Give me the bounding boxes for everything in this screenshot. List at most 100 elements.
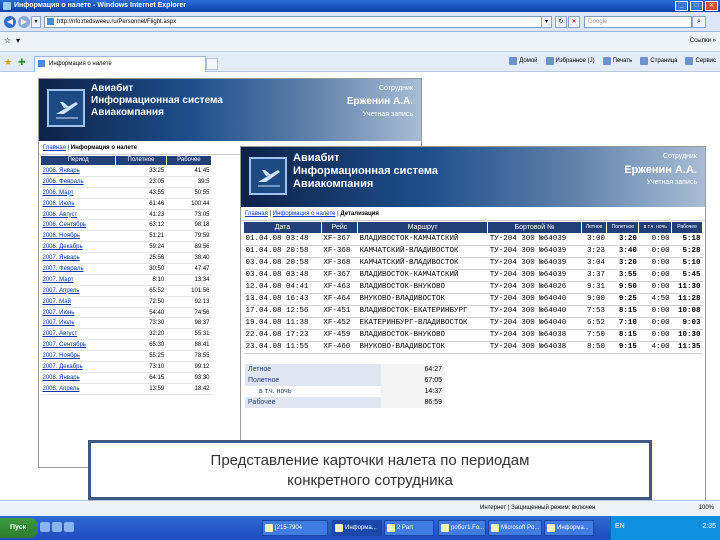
aircraft-cell: ТУ-204 300 №64039 xyxy=(487,233,582,246)
quick-launch-icon[interactable] xyxy=(52,522,62,532)
page-content: Авиабит Информационная система Авиакомпа… xyxy=(0,72,720,516)
language-indicator[interactable]: EN xyxy=(615,523,625,530)
print-command-label: Печать xyxy=(612,58,633,64)
period-link[interactable]: 2006. Ноябрь xyxy=(40,230,116,243)
forward-icon[interactable]: ▶ xyxy=(18,16,30,28)
block-time-cell: 3:37 xyxy=(581,269,607,282)
date-cell: 12.04.08 04:41 xyxy=(243,281,322,294)
night-time-cell: 0:00 xyxy=(638,233,672,246)
period-link[interactable]: 2006. Март xyxy=(40,187,116,199)
back-icon[interactable]: ◀ xyxy=(4,16,16,28)
history-dropdown-icon[interactable]: ▾ xyxy=(31,16,41,28)
night-time-cell: 0:00 xyxy=(638,305,672,318)
tools-icon xyxy=(685,57,694,65)
taskbar-button[interactable]: 2 Part xyxy=(384,520,434,536)
period-link[interactable]: 2007. Июль xyxy=(40,317,116,330)
table-row: 01.04.08 20:58 XF-368 КАМЧАТСКИЙ-ВЛАДИВОСТ… xyxy=(243,245,703,258)
work-time-cell: 47:47 xyxy=(166,263,212,275)
period-link[interactable]: 2007. Август xyxy=(40,328,116,341)
period-link[interactable]: 2006. Февраль xyxy=(40,176,116,188)
zoom-level[interactable]: 100% xyxy=(699,505,714,511)
minimize-button[interactable]: _ xyxy=(675,1,688,11)
route-cell: ЕКАТЕРИНБУРГ-ВЛАДИВОСТОК xyxy=(357,317,488,330)
block-time-cell: 8:50 xyxy=(581,341,607,354)
period-link[interactable]: 2007. Май xyxy=(40,296,116,308)
print-command[interactable]: Печать xyxy=(602,57,633,65)
taskbar-button[interactable]: Microsoft Po... xyxy=(488,520,542,536)
stop-icon[interactable]: ✕ xyxy=(568,16,580,28)
summary-value: 14:37 xyxy=(381,386,445,397)
period-link[interactable]: 2007. Июнь xyxy=(40,307,116,319)
home-command[interactable]: Домой xyxy=(509,57,538,65)
taskbar-button[interactable]: Информа... xyxy=(332,520,382,536)
work-time-cell: 9:03 xyxy=(671,317,703,330)
table-row: 2007. Июль 73:30 98:37 xyxy=(40,317,212,330)
breadcrumb-current: Информация о налете xyxy=(70,145,137,151)
taskbar-button[interactable]: Информа... xyxy=(544,520,594,536)
tools-command[interactable]: Сервис xyxy=(685,57,716,65)
flight-time-cell: 65:30 xyxy=(115,339,167,352)
quick-launch-icon[interactable] xyxy=(64,522,74,532)
start-button[interactable]: Пуск xyxy=(0,518,38,538)
menu-star-icon[interactable]: ☆ xyxy=(4,36,11,45)
account-link-detail[interactable]: Учетная запись xyxy=(647,179,697,186)
url-input[interactable]: http://nfo:rtedsweeu.ru/Personnel/Flight… xyxy=(44,16,552,28)
links-label[interactable]: Ссылки » xyxy=(690,38,716,44)
new-tab-button[interactable] xyxy=(206,58,218,70)
period-link[interactable]: 2008. Апрель xyxy=(40,383,116,395)
work-time-cell: 11:35 xyxy=(671,341,703,354)
refresh-icon[interactable]: ↻ xyxy=(555,16,567,28)
period-link[interactable]: 2007. Март xyxy=(40,274,116,286)
period-link[interactable]: 2006. Сентябрь xyxy=(40,219,116,232)
work-time-cell: 74:56 xyxy=(166,307,212,319)
browser-title-bar: Информация о налете - Windows Internet E… xyxy=(0,0,720,12)
flight-number-cell: XF-460 xyxy=(321,341,358,354)
breadcrumb-flight-info[interactable]: Информация о налете xyxy=(273,211,336,217)
period-link[interactable]: 2007. Ноябрь xyxy=(40,350,116,363)
tab-page-icon xyxy=(38,60,45,67)
favorites-command[interactable]: Избранное (J) xyxy=(545,57,595,65)
period-link[interactable]: 2007. Январь xyxy=(40,252,116,265)
block-time-cell: 3:23 xyxy=(581,245,607,258)
period-link[interactable]: 2007. Февраль xyxy=(40,263,116,275)
period-link[interactable]: 2006. Август xyxy=(40,209,116,221)
summary-row: Рабочее 86:59 xyxy=(245,397,445,408)
breadcrumb-home-detail[interactable]: Главная xyxy=(245,211,268,217)
period-link[interactable]: 2007. Апрель xyxy=(40,285,116,297)
period-link[interactable]: 2007. Сентябрь xyxy=(40,339,116,352)
period-link[interactable]: 2006. Декабрь xyxy=(40,241,116,254)
period-link[interactable]: 2006. Июль xyxy=(40,198,116,210)
url-dropdown-icon[interactable]: ▾ xyxy=(541,16,552,28)
work-time-cell: 98:37 xyxy=(166,317,212,330)
taskbar-button[interactable]: робот1.Fo... xyxy=(438,520,486,536)
menu-dropdown-icon[interactable]: ▾ xyxy=(16,36,20,45)
date-cell: 17.04.08 12:56 xyxy=(243,305,322,318)
user-name: Ерженин А.А. xyxy=(346,96,413,107)
taskbar-button-label: робот1.Fo... xyxy=(451,525,485,531)
date-cell: 19.04.08 11:38 xyxy=(243,317,322,330)
period-link[interactable]: 2007. Декабрь xyxy=(40,361,116,373)
taskbar-button[interactable]: [215-7904 xyxy=(262,520,328,536)
search-icon[interactable]: ⌕ xyxy=(692,16,706,28)
flight-number-cell: XF-452 xyxy=(321,317,358,330)
add-favorites-icon[interactable]: ✚ xyxy=(18,57,28,67)
period-link[interactable]: 2008. Январь xyxy=(40,372,116,384)
breadcrumb-home[interactable]: Главная xyxy=(43,145,66,151)
close-button[interactable]: ✕ xyxy=(705,1,718,11)
work-time-cell: 5:18 xyxy=(671,233,703,246)
tab-flight-info[interactable]: Информация о налете xyxy=(34,56,206,72)
page-command[interactable]: Страница xyxy=(640,57,677,65)
flight-time-cell: 73:10 xyxy=(115,361,167,373)
quick-launch-icon[interactable] xyxy=(40,522,50,532)
table-row: 2006. Ноябрь 51:21 79:59 xyxy=(40,230,212,243)
work-time-cell: 5:10 xyxy=(671,257,703,270)
maximize-button[interactable]: □ xyxy=(690,1,703,11)
account-link[interactable]: Учетная запись xyxy=(363,111,413,118)
table-row: 23.04.08 11:55 XF-460 ВНУКОВО-ВЛАДИВОСТОК Т… xyxy=(243,341,703,354)
favorites-star-icon[interactable]: ★ xyxy=(4,57,14,67)
work-time-cell: 38:40 xyxy=(166,252,212,265)
periods-table: Период Полетное Рабочее 2006. Январь 33:25 4… xyxy=(39,155,213,395)
search-input[interactable]: Google xyxy=(584,16,692,28)
period-link[interactable]: 2006. Январь xyxy=(40,165,116,177)
command-bar: Домой Избранное (J) Печать Страница Серв… xyxy=(509,57,716,65)
